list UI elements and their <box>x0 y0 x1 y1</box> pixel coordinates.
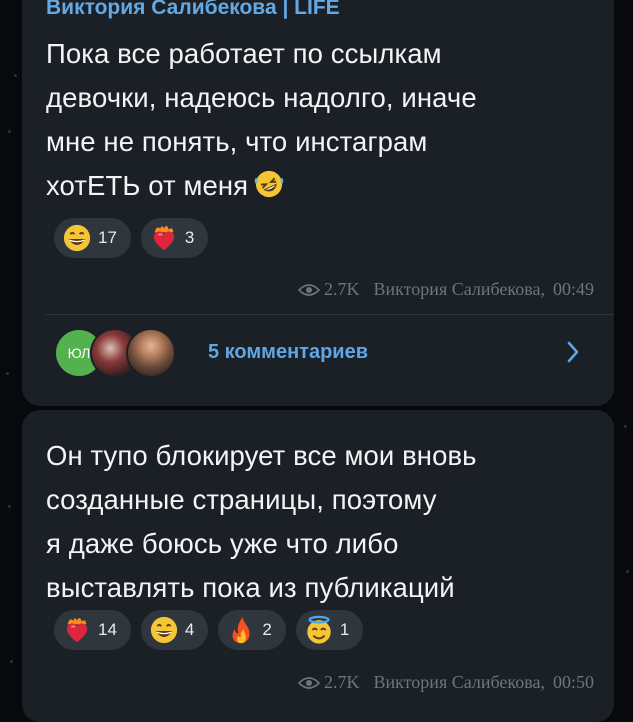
comments-label: 5 комментариев <box>208 340 369 363</box>
background-dot <box>10 660 13 663</box>
reaction-count: 17 <box>98 228 117 247</box>
author-signature: Виктория Салибекова, <box>373 672 545 692</box>
message-time: 00:49 <box>552 279 594 299</box>
message-author[interactable]: Виктория Салибекова | LIFE <box>46 0 340 20</box>
divider <box>46 314 614 315</box>
background-dot <box>14 74 17 77</box>
message-bubble[interactable]: Он тупо блокирует все мои вновь созданны… <box>22 410 614 722</box>
heart-on-fire-icon <box>153 226 175 251</box>
eye-icon <box>298 283 321 296</box>
reactions-bar: 14 4 2 1 <box>54 610 364 650</box>
rofl-emoji-icon <box>254 170 284 198</box>
message-time: 00:50 <box>552 672 594 692</box>
commenter-avatars: ЮЛ <box>54 324 194 380</box>
halo-face-icon <box>307 615 331 644</box>
message-text: Он тупо блокирует все мои вновь созданны… <box>46 440 477 603</box>
message-bubble[interactable]: Виктория Салибекова | LIFE Пока все рабо… <box>22 0 614 406</box>
chevron-right-icon <box>567 341 579 363</box>
background-dot <box>6 372 9 375</box>
reaction-heart-on-fire[interactable]: 3 <box>140 218 209 258</box>
avatar <box>126 328 176 378</box>
view-count: 2.7K <box>324 279 360 299</box>
reaction-count: 3 <box>184 228 195 247</box>
reaction-count: 2 <box>262 620 272 639</box>
grinning-face-icon <box>63 224 91 252</box>
reaction-grinning[interactable]: 4 <box>140 610 209 650</box>
reaction-count: 14 <box>98 620 117 639</box>
author-signature: Виктория Салибекова, <box>373 279 545 299</box>
reaction-count: 4 <box>184 620 195 639</box>
background-dot <box>8 505 11 508</box>
message-meta: 2.7K Виктория Салибекова, 00:50 <box>298 672 594 693</box>
message-meta: 2.7K Виктория Салибекова, 00:49 <box>298 279 594 300</box>
background-dot <box>8 130 11 133</box>
grinning-face-icon <box>150 616 178 644</box>
message-text: Пока все работает по ссылкам девочки, на… <box>46 32 606 208</box>
view-count: 2.7K <box>324 672 360 692</box>
eye-icon <box>298 676 321 689</box>
reaction-halo[interactable]: 1 <box>295 610 364 650</box>
fire-icon <box>232 616 250 644</box>
comments-button[interactable]: ЮЛ 5 комментариев <box>54 320 590 384</box>
heart-on-fire-icon <box>66 618 88 643</box>
background-dot <box>624 425 627 428</box>
background-dot <box>626 570 629 573</box>
reaction-grinning[interactable]: 17 <box>54 218 131 258</box>
reactions-bar: 17 3 <box>54 218 209 258</box>
reaction-count: 1 <box>339 620 350 639</box>
reaction-fire[interactable]: 2 <box>218 610 286 650</box>
reaction-heart-on-fire[interactable]: 14 <box>54 610 131 650</box>
